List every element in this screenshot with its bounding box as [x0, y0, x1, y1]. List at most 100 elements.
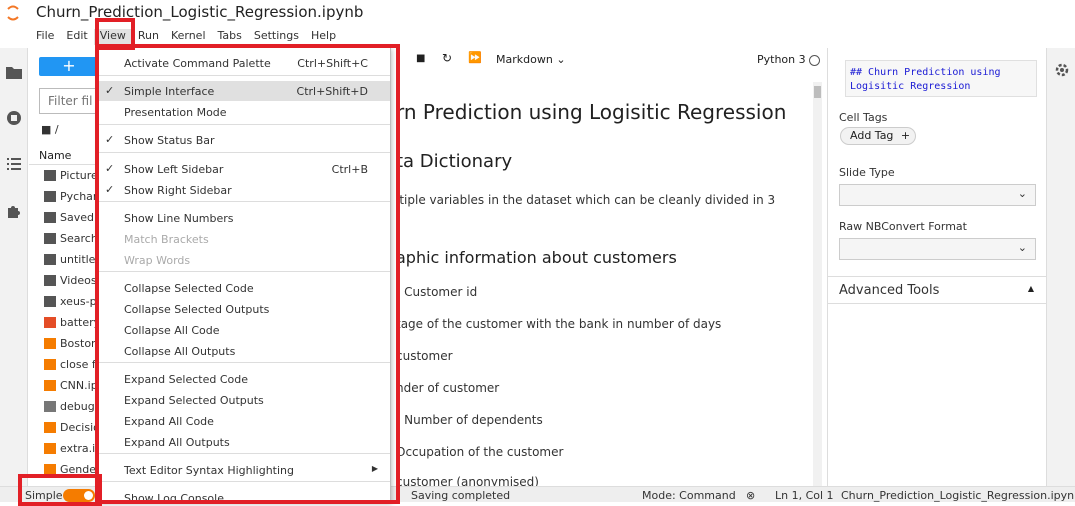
file-list-item[interactable]: battery	[29, 312, 95, 333]
view-menu-item-show-status-bar[interactable]: ✓ Show Status Bar	[99, 130, 390, 150]
markdown-line: - Number of dependents	[396, 413, 543, 427]
folder-icon	[44, 254, 56, 265]
file-list-item[interactable]: debug.	[29, 396, 95, 417]
file-list-item[interactable]: Videos	[29, 270, 95, 291]
menu-run[interactable]: Run	[132, 29, 165, 45]
file-list-item[interactable]: Searches	[29, 228, 95, 249]
markdown-line: nder of customer	[396, 381, 500, 395]
menu-help[interactable]: Help	[305, 29, 342, 45]
name-column-header[interactable]: Name	[29, 146, 95, 165]
trusted-icon[interactable]: ⊗	[746, 489, 755, 502]
advanced-tools-header[interactable]: Advanced Tools ▲	[828, 276, 1046, 304]
menu-item-shortcut: Ctrl+B	[331, 163, 368, 176]
slide-type-label: Slide Type	[839, 166, 895, 179]
file-list-item[interactable]: PycharmProjects	[29, 186, 95, 207]
extension-manager-icon[interactable]	[5, 202, 23, 220]
view-menu-item-show-right-sidebar[interactable]: ✓ Show Right Sidebar	[99, 180, 390, 200]
notebook-scrollbar[interactable]	[813, 82, 822, 486]
markdown-line: customer	[396, 349, 453, 363]
file-list-item[interactable]: untitled	[29, 249, 95, 270]
menu-bar: File Edit View Run Kernel Tabs Settings Help	[30, 29, 342, 45]
file-list-item[interactable]: CNN.ipynb	[29, 375, 95, 396]
cell-tags-label: Cell Tags	[839, 111, 888, 124]
filter-files-input[interactable]	[39, 88, 101, 114]
view-menu-item-collapse-all-code[interactable]: Collapse All Code	[99, 320, 390, 340]
breadcrumb[interactable]: ■ /	[41, 123, 59, 136]
file-list-item[interactable]: Pictures	[29, 165, 95, 186]
view-menu-item-presentation-mode[interactable]: Presentation Mode	[99, 102, 390, 122]
notebook-title[interactable]: Churn_Prediction_Logistic_Regression.ipy…	[36, 3, 363, 21]
raw-nbconvert-format-select[interactable]: ⌄	[839, 238, 1036, 260]
menu-edit[interactable]: Edit	[60, 29, 93, 45]
restart-icon[interactable]: ↻	[442, 51, 452, 65]
menu-settings[interactable]: Settings	[248, 29, 305, 45]
markdown-line: tage of the customer with the bank in nu…	[396, 317, 722, 331]
caret-up-icon: ▲	[1027, 284, 1034, 293]
file-list-item[interactable]: close fo	[29, 354, 95, 375]
cell-type-select[interactable]: Markdown ⌄	[496, 53, 566, 66]
menu-item-shortcut: Ctrl+Shift+D	[296, 85, 368, 98]
slide-type-select[interactable]: ⌄	[839, 184, 1036, 206]
running-kernels-icon[interactable]	[5, 109, 23, 127]
gear-icon[interactable]	[1054, 62, 1070, 78]
plus-icon: +	[900, 129, 911, 142]
chevron-down-icon: ⌄	[1017, 241, 1027, 254]
markdown-line: - Customer id	[396, 285, 478, 299]
menu-item-label: Expand All Outputs	[124, 436, 230, 449]
kernel-status-icon	[809, 55, 820, 66]
table-of-contents-icon[interactable]	[5, 155, 23, 173]
file-list-item[interactable]: Decision	[29, 417, 95, 438]
left-sidebar-tabs	[0, 48, 28, 486]
checkmark-icon: ✓	[105, 162, 115, 175]
view-menu-item-match-brackets: Match Brackets	[99, 229, 390, 249]
view-menu-item-show-left-sidebar[interactable]: ✓ Show Left Sidebar Ctrl+B	[99, 159, 390, 179]
cursor-position[interactable]: Ln 1, Col 1	[775, 489, 834, 502]
stop-icon[interactable]: ■	[416, 53, 425, 64]
view-menu-item-expand-selected-code[interactable]: Expand Selected Code	[99, 369, 390, 389]
kernel-name[interactable]: Python 3	[757, 53, 806, 66]
markdown-line: Occupation of the customer	[396, 445, 564, 459]
file-list-item[interactable]: Boston	[29, 333, 95, 354]
menu-tabs[interactable]: Tabs	[212, 29, 248, 45]
add-tag-button[interactable]: Add Tag +	[840, 127, 916, 145]
file-list-item[interactable]: extra.ip	[29, 438, 95, 459]
add-tag-label: Add Tag	[850, 129, 894, 142]
menu-kernel[interactable]: Kernel	[165, 29, 212, 45]
file-list-item[interactable]: xeus-python	[29, 291, 95, 312]
breadcrumb-root[interactable]: /	[55, 123, 59, 136]
folder-icon	[44, 170, 56, 181]
file-list-item[interactable]: Gender	[29, 459, 95, 480]
view-menu-item-collapse-selected-outputs[interactable]: Collapse Selected Outputs	[99, 299, 390, 319]
view-menu-item-show-log-console[interactable]: Show Log Console	[99, 488, 390, 501]
view-menu-item-show-line-numbers[interactable]: Show Line Numbers	[99, 208, 390, 228]
simple-mode-toggle[interactable]	[63, 489, 95, 502]
menu-item-label: Collapse Selected Code	[124, 282, 254, 295]
scrollbar-thumb[interactable]	[814, 86, 821, 98]
menu-item-label: Activate Command Palette	[124, 57, 271, 70]
notebook-icon	[44, 443, 56, 454]
view-menu-item-expand-all-code[interactable]: Expand All Code	[99, 411, 390, 431]
view-menu-item-collapse-all-outputs[interactable]: Collapse All Outputs	[99, 341, 390, 361]
view-menu-item-activate-command-palette[interactable]: Activate Command Palette Ctrl+Shift+C	[99, 53, 390, 73]
file-browser: + ■ / Name Pictures PycharmProjects Saved …	[29, 48, 101, 486]
fast-forward-icon[interactable]: ⏩	[468, 51, 482, 64]
menu-separator	[99, 201, 390, 202]
view-menu-item-simple-interface[interactable]: ✓ Simple Interface Ctrl+Shift+D	[99, 81, 390, 101]
html-file-icon	[44, 317, 56, 328]
view-menu-item-expand-selected-outputs[interactable]: Expand Selected Outputs	[99, 390, 390, 410]
menu-view[interactable]: View	[93, 29, 132, 45]
menu-item-label: Wrap Words	[124, 254, 191, 267]
menu-item-label: Collapse All Outputs	[124, 345, 236, 358]
menu-separator	[99, 271, 390, 272]
checkmark-icon: ✓	[105, 183, 115, 196]
view-menu-item-text-editor-syntax-highlighting[interactable]: Text Editor Syntax Highlighting ▶	[99, 460, 390, 480]
menu-file[interactable]: File	[30, 29, 60, 45]
folder-icon[interactable]	[5, 63, 23, 81]
checkmark-icon: ✓	[105, 133, 115, 146]
view-menu-item-expand-all-outputs[interactable]: Expand All Outputs	[99, 432, 390, 452]
new-launcher-button[interactable]: +	[39, 57, 99, 76]
view-menu-item-collapse-selected-code[interactable]: Collapse Selected Code	[99, 278, 390, 298]
menu-item-shortcut: Ctrl+Shift+C	[297, 57, 368, 70]
markdown-heading-3: aphic information about customers	[396, 248, 677, 267]
file-list-item[interactable]: Saved Games	[29, 207, 95, 228]
